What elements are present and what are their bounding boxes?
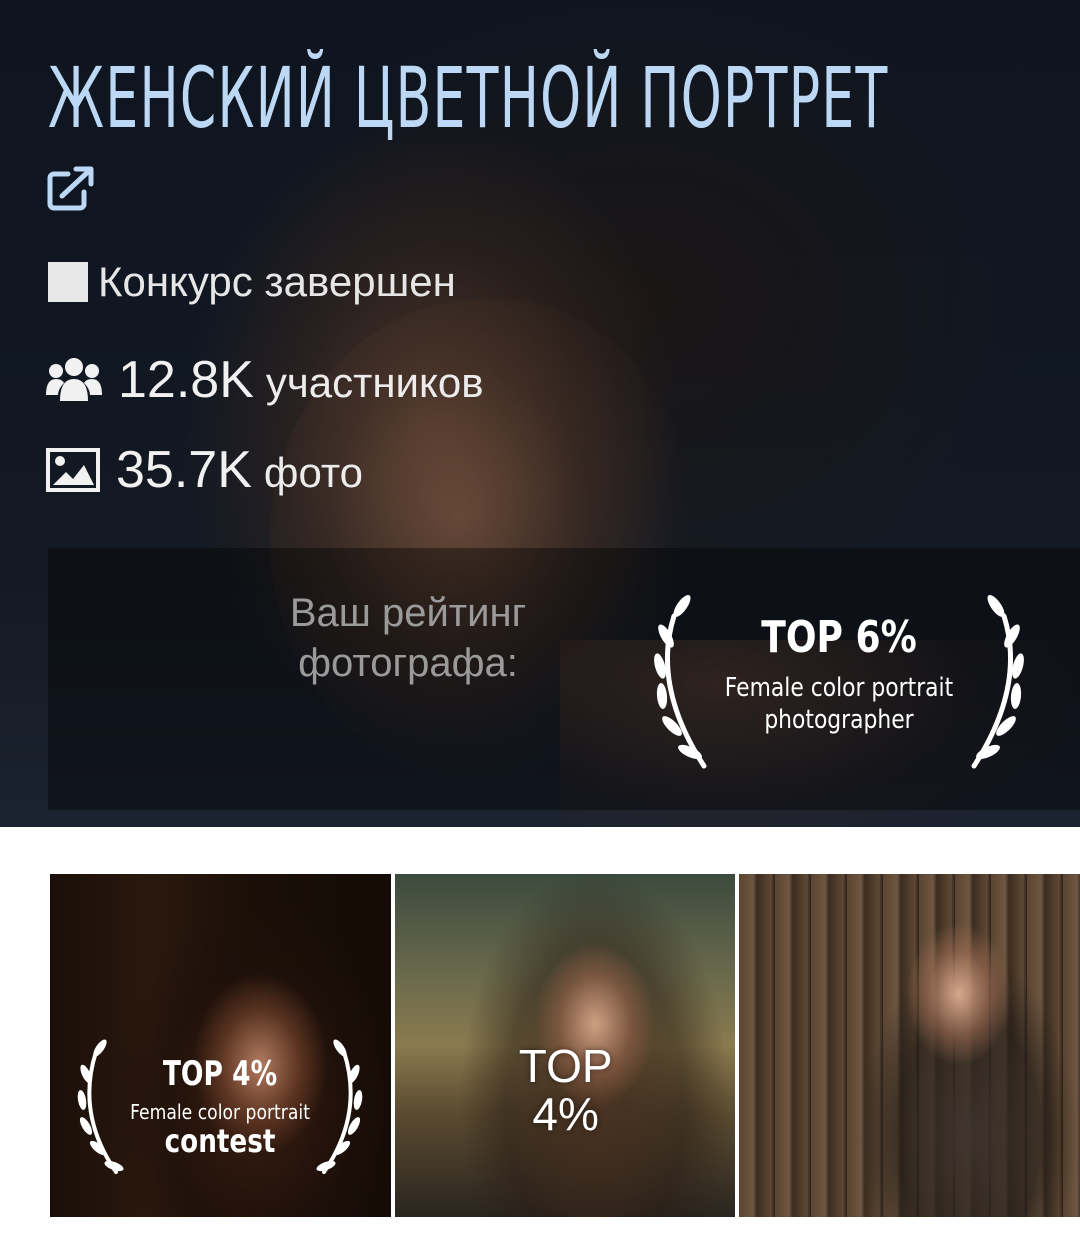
- photo-top-line2: 4%: [532, 1088, 599, 1140]
- contest-hero: ЖЕНСКИЙ ЦВЕТНОЙ ПОРТРЕТ Конкурс завершен…: [0, 0, 1080, 827]
- photographer-rating-panel: Ваш рейтинг фотографа: TOP 6% Female col…: [48, 548, 1080, 810]
- rating-badge-subtitle: Female color portrait photographer: [675, 672, 1003, 736]
- photos-stat: 35.7K фото: [46, 440, 363, 500]
- stop-square-icon: [48, 262, 88, 302]
- photo-laurel-badge: TOP 4% Female color portrait contest: [70, 1034, 370, 1184]
- photo-badge-line1: Female color portrait: [130, 1100, 310, 1124]
- contest-status: Конкурс завершен: [48, 256, 456, 308]
- rating-badge-line2: photographer: [764, 705, 914, 735]
- participants-label: участников: [265, 359, 484, 406]
- status-text: Конкурс завершен: [98, 258, 456, 305]
- external-link-icon[interactable]: [46, 166, 98, 212]
- users-icon: [46, 358, 102, 401]
- rating-laurel-badge: TOP 6% Female color portrait photographe…: [644, 576, 1034, 786]
- gallery-photo-3[interactable]: [739, 874, 1080, 1217]
- gallery-photo-2[interactable]: TOP 4%: [394, 874, 736, 1217]
- photo-top-label: TOP 4%: [395, 1042, 736, 1138]
- participants-count: 12.8K: [118, 351, 254, 409]
- rating-badge-title: TOP 6%: [761, 612, 917, 663]
- photos-label: фото: [263, 449, 364, 496]
- contest-photo-gallery: TOP 4% Female color portrait contest TOP…: [50, 874, 1080, 1217]
- image-icon: [46, 448, 100, 492]
- photo-badge-line2: contest: [164, 1122, 276, 1160]
- gallery-photo-1[interactable]: TOP 4% Female color portrait contest: [50, 874, 391, 1217]
- photo-top-line1: TOP: [518, 1040, 613, 1092]
- photos-count: 35.7K: [116, 441, 252, 499]
- participants-stat: 12.8K участников: [46, 350, 484, 410]
- rating-label: Ваш рейтинг фотографа:: [289, 591, 527, 685]
- rating-badge-line1: Female color portrait: [724, 673, 954, 703]
- photo-badge-title: TOP 4%: [162, 1054, 278, 1094]
- contest-title: ЖЕНСКИЙ ЦВЕТНОЙ ПОРТРЕТ: [48, 49, 889, 147]
